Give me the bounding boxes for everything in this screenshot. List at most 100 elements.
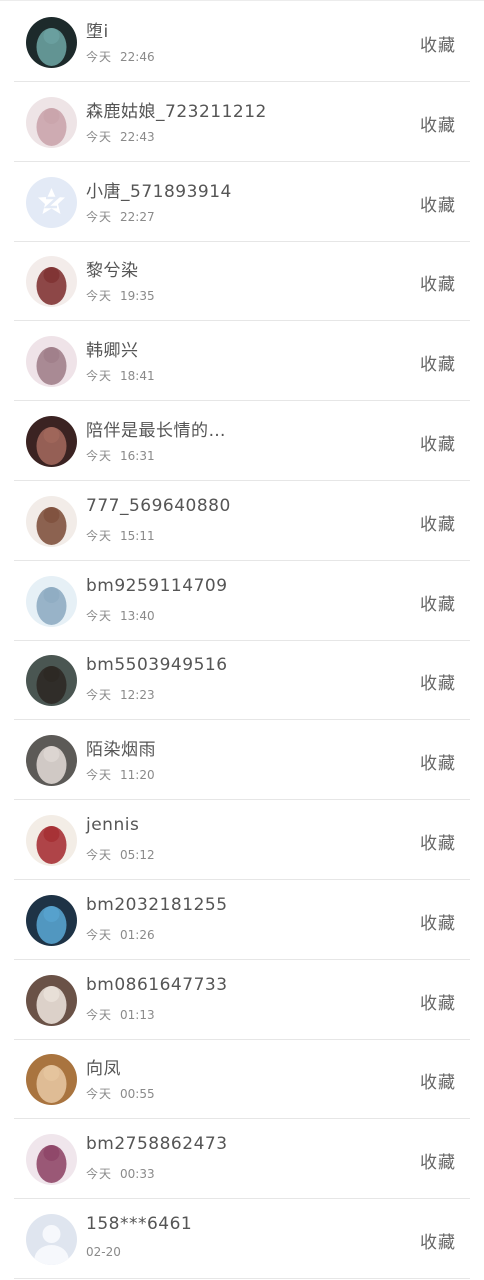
contact-name: 向凤 <box>86 1059 121 1080</box>
favorite-button[interactable]: 收藏 <box>420 669 456 694</box>
contact-timestamp: 今天 12:23 <box>86 686 155 703</box>
favorite-button[interactable]: 收藏 <box>420 191 456 216</box>
avatar[interactable] <box>26 96 77 148</box>
contact-timestamp: 今天 00:33 <box>86 1165 155 1182</box>
avatar[interactable] <box>26 256 77 308</box>
contact-row[interactable]: 韩卿兴今天 18:41 收藏 <box>0 321 484 402</box>
contact-timestamp: 今天 05:12 <box>86 846 155 863</box>
qq-logo-avatar-icon[interactable] <box>26 176 77 228</box>
contact-name: bm2758862473 <box>86 1134 228 1155</box>
timestamp-time: 22:43 <box>120 129 155 144</box>
avatar[interactable] <box>26 575 77 627</box>
contact-row[interactable]: 堕i 今天 22:46 收藏 <box>0 2 484 82</box>
contact-name: 黎兮染 <box>86 261 139 282</box>
contact-name: 陌染烟雨 <box>86 740 156 761</box>
timestamp-time: 12:23 <box>120 688 155 703</box>
favorite-button[interactable]: 收藏 <box>420 989 456 1014</box>
contact-name: 小唐_571893914 <box>86 181 232 202</box>
favorite-button[interactable]: 收藏 <box>420 749 456 774</box>
row-divider <box>14 1278 470 1279</box>
favorite-button[interactable]: 收藏 <box>420 350 456 375</box>
favorite-button[interactable]: 收藏 <box>420 430 456 455</box>
timestamp-time: 01:13 <box>120 1007 155 1022</box>
favorites-contact-list: 堕i 今天 22:46 收藏 森鹿姑娘_723211212 今天 22:43 收藏 小唐_571… <box>0 0 484 1280</box>
favorite-button[interactable]: 收藏 <box>420 909 456 934</box>
timestamp-time: 05:12 <box>120 848 155 862</box>
contact-name: 陪伴是最长情的… <box>86 421 226 441</box>
contact-timestamp: 今天 11:20 <box>86 766 155 783</box>
contact-name: bm2032181255 <box>86 894 228 915</box>
timestamp-time: 00:55 <box>120 1087 155 1102</box>
timestamp-time: 15:11 <box>120 528 155 543</box>
contact-name: jennis <box>86 815 140 835</box>
favorite-button[interactable]: 收藏 <box>420 829 456 854</box>
avatar[interactable] <box>26 815 77 866</box>
contact-row[interactable]: jennis 今天 05:12 收藏 <box>0 800 484 880</box>
timestamp-day: 今天 <box>86 927 113 942</box>
contact-row[interactable]: 陪伴是最长情的… 今天 16:31 收藏 <box>0 401 484 481</box>
timestamp-day: 今天 <box>86 608 113 623</box>
timestamp-day: 今天 <box>86 50 113 64</box>
timestamp-day: 今天 <box>86 1007 113 1022</box>
contact-row[interactable]: bm5503949516 今天 12:23 收藏 <box>0 640 484 721</box>
avatar[interactable] <box>26 894 77 946</box>
timestamp-time: 18:41 <box>120 369 155 384</box>
timestamp-day: 今天 <box>86 369 113 384</box>
contact-row[interactable]: 黎兮染今天 19:35 收藏 <box>0 241 484 322</box>
contact-timestamp: 今天 01:13 <box>86 1006 155 1023</box>
contact-name: 158***6461 <box>86 1214 193 1234</box>
default-avatar-icon[interactable] <box>26 1214 77 1265</box>
contact-row[interactable]: 158***6461 02-20 收藏 <box>0 1199 484 1279</box>
timestamp-day: 今天 <box>86 1167 113 1182</box>
contact-row[interactable]: 陌染烟雨今天 11:20 收藏 <box>0 720 484 801</box>
contact-name: 韩卿兴 <box>86 341 139 362</box>
timestamp-time: 00:33 <box>120 1167 155 1182</box>
avatar[interactable] <box>26 1134 77 1186</box>
avatar[interactable] <box>26 416 77 467</box>
favorite-button[interactable]: 收藏 <box>420 1148 456 1173</box>
favorite-button[interactable]: 收藏 <box>420 111 456 136</box>
timestamp-time: 19:35 <box>120 289 155 304</box>
avatar[interactable] <box>26 1054 77 1106</box>
contact-row[interactable]: 森鹿姑娘_723211212 今天 22:43 收藏 <box>0 82 484 162</box>
timestamp-day: 今天 <box>86 688 113 703</box>
contact-row[interactable]: bm2758862473 今天 00:33 收藏 <box>0 1119 484 1200</box>
contact-timestamp: 今天 16:31 <box>86 447 155 464</box>
contact-name: bm0861647733 <box>86 974 228 995</box>
timestamp-time: 02-20 <box>86 1245 121 1259</box>
contact-timestamp: 今天 22:46 <box>86 48 155 65</box>
contact-row[interactable]: 向凤 今天 00:55 收藏 <box>0 1039 484 1120</box>
favorite-button[interactable]: 收藏 <box>420 1068 456 1093</box>
contact-row[interactable]: bm0861647733 今天 01:13 收藏 <box>0 960 484 1040</box>
contact-name: bm5503949516 <box>86 655 228 676</box>
timestamp-day: 今天 <box>86 528 113 543</box>
contact-timestamp: 今天 19:35 <box>86 287 155 304</box>
timestamp-time: 13:40 <box>120 608 155 623</box>
contact-timestamp: 今天 18:41 <box>86 367 155 384</box>
contact-timestamp: 今天 13:40 <box>86 607 155 624</box>
avatar[interactable] <box>26 735 77 787</box>
favorite-button[interactable]: 收藏 <box>420 590 456 615</box>
contact-row[interactable]: bm9259114709 今天 13:40 收藏 <box>0 561 484 641</box>
contact-name: 777_569640880 <box>86 495 231 516</box>
avatar[interactable] <box>26 17 77 68</box>
avatar[interactable] <box>26 495 77 547</box>
avatar[interactable] <box>26 336 77 388</box>
favorite-button[interactable]: 收藏 <box>420 31 456 56</box>
favorite-button[interactable]: 收藏 <box>420 510 456 535</box>
timestamp-time: 16:31 <box>120 449 155 463</box>
contact-row[interactable]: bm2032181255 今天 01:26 收藏 <box>0 880 484 960</box>
contact-timestamp: 今天 15:11 <box>86 527 155 544</box>
favorite-button[interactable]: 收藏 <box>420 270 456 295</box>
timestamp-time: 11:20 <box>120 768 155 783</box>
timestamp-day: 今天 <box>86 848 113 862</box>
contact-name: 森鹿姑娘_723211212 <box>86 101 267 122</box>
contact-row[interactable]: 777_569640880 今天 15:11 收藏 <box>0 481 484 561</box>
timestamp-day: 今天 <box>86 289 113 304</box>
favorite-button[interactable]: 收藏 <box>420 1228 456 1253</box>
timestamp-time: 01:26 <box>120 927 155 942</box>
timestamp-day: 今天 <box>86 768 113 783</box>
contact-row[interactable]: 小唐_571893914 今天 22:27 收藏 <box>0 162 484 242</box>
avatar[interactable] <box>26 655 77 707</box>
avatar[interactable] <box>26 974 77 1026</box>
